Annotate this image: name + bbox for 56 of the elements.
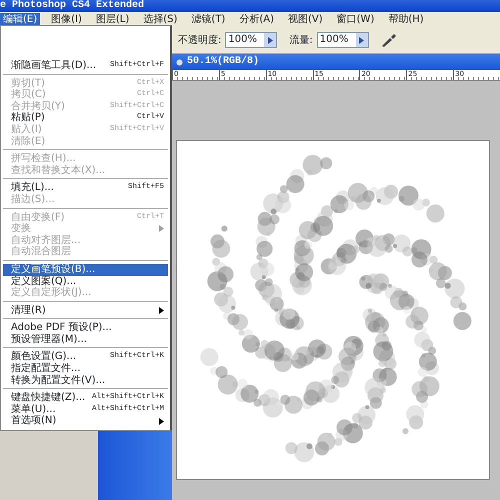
menu-item-label: 转换为配置文件(V)...: [11, 374, 106, 386]
menu-item-label: 拷贝(C): [11, 89, 46, 100]
menu-item-label: 定义自定形状(J)...: [11, 287, 92, 299]
menu-item-label: 键盘快捷键(Z)...: [11, 392, 86, 404]
menu-item-label: 拼写检查(H)...: [11, 153, 76, 164]
menu-item-label: 清除(E): [11, 136, 46, 148]
arrow-icon: [359, 36, 364, 44]
menu-item[interactable]: 首选项(N): [3, 415, 168, 428]
menu-item-label: 描边(S)...: [11, 194, 55, 206]
menu-item[interactable]: 帮助(H): [385, 12, 427, 26]
menu-item-label: 定义画笔预设(B)...: [11, 264, 96, 276]
flow-label: 流量:: [289, 34, 313, 48]
menu-item[interactable]: 定义画笔预设(B)...: [3, 264, 168, 276]
menu-item[interactable]: 编辑(E): [0, 12, 40, 26]
menu-item[interactable]: 选择(S): [140, 12, 180, 26]
opacity-label: 不透明度:: [178, 34, 222, 48]
menu-item[interactable]: 图层(L): [92, 12, 132, 26]
arrow-icon: [268, 36, 273, 44]
menu-item[interactable]: 转换为配置文件(V)...: [3, 374, 168, 386]
menu-item-label: 渐隐画笔工具(D)...: [11, 60, 96, 72]
window-title: e Photoshop CS4 Extended: [0, 0, 500, 12]
menu-item-label: Adobe PDF 预设(P)...: [11, 322, 112, 334]
menu-item-label: 首选项(N): [11, 415, 56, 428]
menu-item-label: 清理(R): [11, 304, 46, 316]
menu-item-label: 预设管理器(M)...: [11, 334, 87, 346]
menu-item-label: 颜色设置(G)...: [11, 351, 76, 362]
flow-field[interactable]: 100%: [316, 32, 369, 48]
menu-item[interactable]: 滤镜(T): [188, 12, 228, 26]
menu-item[interactable]: 清理(R): [3, 304, 168, 316]
menu-item-label: 指定配置文件...: [11, 363, 81, 374]
menu-item-label: 菜单(U)...: [11, 404, 56, 415]
opacity-field[interactable]: 100%: [225, 32, 278, 48]
menu-item[interactable]: 定义图案(Q)...: [3, 276, 168, 288]
airbrush-icon[interactable]: [380, 33, 397, 47]
menu-item[interactable]: 图像(I): [48, 12, 85, 26]
menu-item-label: 定义图案(Q)...: [11, 276, 76, 286]
menu-item[interactable]: Adobe PDF 预设(P)...: [3, 322, 168, 334]
menu-item-label: 自由变换(F): [11, 212, 65, 223]
menu-item[interactable]: 预设管理器(M)...: [3, 334, 168, 346]
submenu-arrow-icon: [159, 418, 164, 425]
menu-item-label: 自动对齐图层...: [11, 234, 81, 246]
menu-item-label: 变换: [11, 223, 31, 235]
menu-item-label: 剪切(T): [11, 78, 45, 89]
menu-item-label: 贴入(I): [11, 124, 42, 136]
menu-item[interactable]: 窗口(W): [334, 12, 378, 26]
menu-item[interactable]: 指定配置文件...: [3, 363, 168, 375]
menu-item-label: 填充(L)...: [11, 182, 54, 194]
menu-item-label: 自动混合图层: [11, 246, 71, 258]
menu-item[interactable]: 视图(V): [285, 12, 326, 26]
menu-item-label: 查找和替换文本(X)...: [11, 164, 106, 176]
menu-item-label: 合并拷贝(Y): [11, 100, 65, 112]
menu-item[interactable]: 分析(A): [236, 12, 277, 26]
menu-item-label: 粘贴(P): [11, 112, 45, 124]
submenu-arrow-icon: [159, 225, 164, 232]
document-tab[interactable]: 50.1%(RGB/8): [172, 54, 500, 70]
submenu-arrow-icon: [159, 306, 164, 314]
